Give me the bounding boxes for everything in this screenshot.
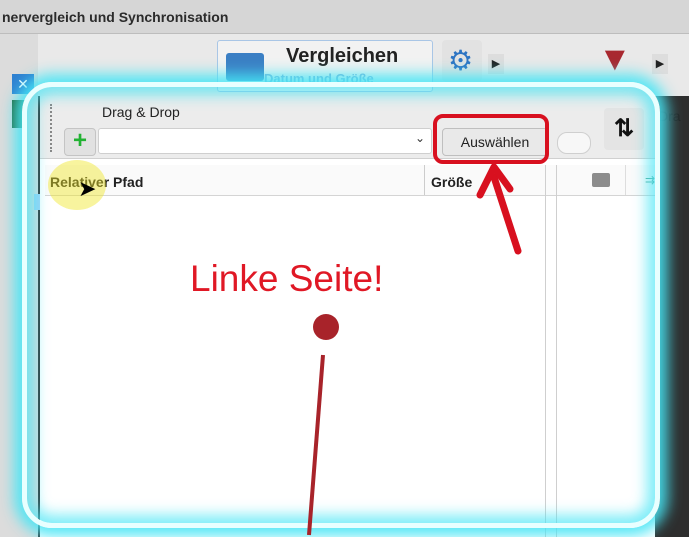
cursor-highlight: [48, 160, 106, 210]
compare-settings-button[interactable]: ⚙: [442, 40, 482, 82]
title-bar: nervergleich und Synchronisation: [0, 0, 689, 34]
highlight-frame: [22, 82, 660, 528]
filter-dropdown-arrow[interactable]: ▶: [652, 54, 668, 74]
filter-icon: ▼: [598, 40, 632, 78]
annotation-text: Linke Seite!: [190, 258, 384, 299]
filter-button[interactable]: ▼: [592, 40, 642, 82]
gear-icon: ⚙: [448, 45, 474, 76]
pointer-dot: [313, 314, 339, 340]
compare-label: Vergleichen: [286, 45, 399, 67]
pointer-line: [307, 354, 325, 536]
annotation-arrow: [476, 163, 522, 255]
mouse-cursor-icon: ➤: [78, 176, 97, 201]
compare-dropdown-arrow[interactable]: ▶: [488, 54, 504, 74]
right-drag-drop-label: Dra: [658, 108, 681, 124]
window-title: nervergleich und Synchronisation: [2, 9, 229, 25]
compare-icon: [226, 53, 264, 81]
